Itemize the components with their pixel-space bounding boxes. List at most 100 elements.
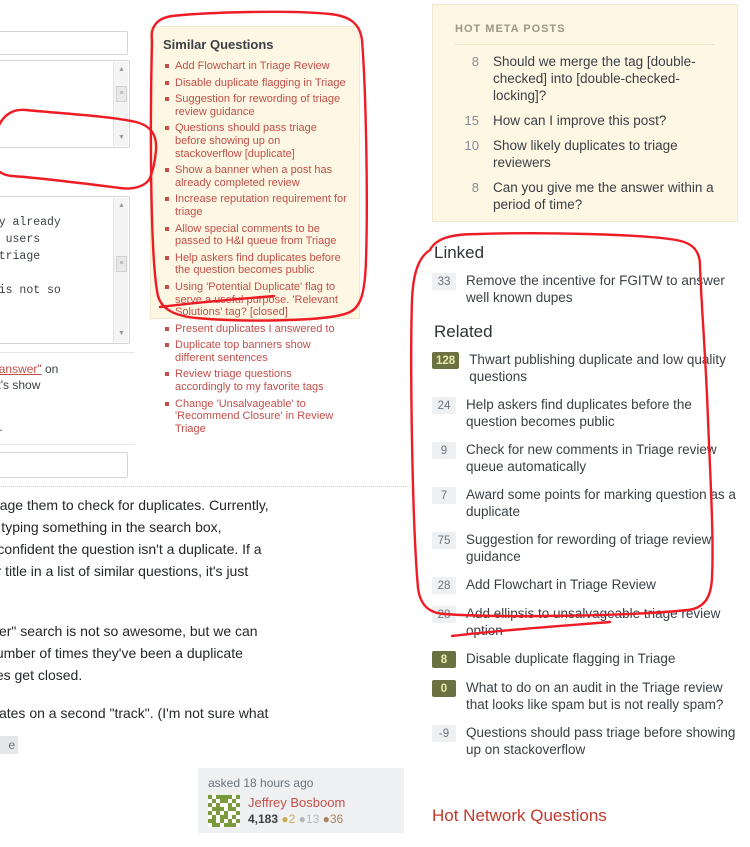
- post-title[interactable]: Show likely duplicates to triage reviewe…: [479, 137, 721, 171]
- list-item[interactable]: Change 'Unsalvageable' to 'Recommend Clo…: [165, 398, 349, 436]
- list-item[interactable]: 128 Thwart publishing duplicate and low …: [432, 352, 742, 385]
- bronze-badge-count: 36: [329, 812, 344, 826]
- preview-link[interactable]: already have your answer": [0, 362, 42, 376]
- question-link[interactable]: Thwart publishing duplicate and low qual…: [459, 352, 742, 385]
- scrollbar-thumb[interactable]: ≡: [116, 86, 127, 102]
- score-badge: 24: [432, 397, 456, 414]
- paragraph: viewers to encourage them to check for d…: [0, 494, 410, 604]
- preview-line: is not so awesome.: [0, 420, 3, 434]
- question-link[interactable]: Disable duplicate flagging in Triage: [456, 651, 675, 668]
- question-link[interactable]: Remove the incentive for FGITW to answer…: [456, 273, 742, 306]
- scrollbar-thumb[interactable]: ≡: [116, 256, 127, 272]
- hot-meta-posts-card: HOT META POSTS 8 Should we merge the tag…: [432, 4, 738, 222]
- list-item[interactable]: 15 How can I improve this post?: [445, 112, 721, 129]
- scroll-up-icon[interactable]: ▲: [114, 63, 129, 77]
- list-item[interactable]: 7 Award some points for marking question…: [432, 487, 742, 520]
- body-scrollbar[interactable]: ▲ ≡ ▼: [113, 198, 128, 342]
- similar-questions-heading: Similar Questions: [163, 37, 274, 52]
- list-item[interactable]: Help askers find duplicates before the q…: [165, 252, 349, 277]
- line: uestions by the number of times they've …: [0, 645, 243, 661]
- list-item[interactable]: 10 Show likely duplicates to triage revi…: [445, 137, 721, 171]
- preview-line: already have your answer" on: [0, 362, 58, 376]
- line: with a very similar title in a list of s…: [0, 563, 249, 579]
- paragraph: ons putting duplicates on a second "trac…: [0, 702, 410, 724]
- score-badge: 28: [432, 577, 456, 594]
- hot-meta-posts-list: 8 Should we merge the tag [double-checke…: [433, 53, 737, 213]
- list-item[interactable]: 8 Can you give me the answer within a pe…: [445, 179, 721, 213]
- score-badge: 128: [432, 352, 460, 369]
- list-item[interactable]: -9 Questions should pass triage before s…: [432, 725, 742, 758]
- list-item[interactable]: Suggestion for rewording of triage revie…: [165, 93, 349, 118]
- reputation-score: 4,183: [248, 812, 279, 826]
- list-item[interactable]: 0 What to do on an audit in the Triage r…: [432, 680, 742, 713]
- list-item[interactable]: Show a banner when a post has already co…: [165, 164, 349, 189]
- post-title[interactable]: Can you give me the answer within a peri…: [479, 179, 721, 213]
- hot-network-first-item[interactable]: [432, 836, 742, 845]
- list-item[interactable]: Increase reputation requirement for tria…: [165, 193, 349, 218]
- question-link[interactable]: What to do on an audit in the Triage rev…: [456, 680, 742, 713]
- question-link[interactable]: Add Flowchart in Triage Review: [456, 577, 656, 594]
- post-body-text: viewers to encourage them to check for d…: [0, 494, 410, 740]
- list-item[interactable]: Add Flowchart in Triage Review: [165, 60, 349, 73]
- list-item[interactable]: Review triage questions accordingly to m…: [165, 368, 349, 393]
- score-badge: 9: [432, 442, 456, 459]
- list-item[interactable]: Present duplicates I answered to: [165, 323, 349, 336]
- gold-badge-count: 2: [288, 812, 296, 826]
- list-item[interactable]: Using 'Potential Duplicate' flag to serv…: [165, 281, 349, 319]
- user-reputation-row: 4,183 ●2 ●13 ●36: [248, 812, 345, 826]
- vote-count: 15: [464, 113, 479, 128]
- list-item[interactable]: 9 Check for new comments in Triage revie…: [432, 442, 742, 475]
- silver-badge-icon: ●: [298, 812, 306, 826]
- hot-network-questions-section: Hot Network Questions: [432, 806, 742, 845]
- list-item[interactable]: 24 Help askers find duplicates before th…: [432, 397, 742, 430]
- list-item[interactable]: 8 Should we merge the tag [double-checke…: [445, 53, 721, 104]
- score-badge: 7: [432, 487, 456, 504]
- list-item[interactable]: Duplicate top banners show different sen…: [165, 339, 349, 364]
- score-badge: 28: [432, 606, 456, 623]
- vote-count: 8: [471, 54, 479, 69]
- title-input[interactable]: [0, 31, 128, 55]
- line: the most duplicates get closed.: [0, 667, 83, 683]
- section-divider: [0, 486, 410, 487]
- scroll-down-icon[interactable]: ▼: [114, 327, 129, 341]
- share-button[interactable]: e: [0, 736, 18, 754]
- list-item[interactable]: Allow special comments to be passed to H…: [165, 223, 349, 248]
- vote-count: 8: [471, 180, 479, 195]
- suggestions-scrollbar[interactable]: ▲ ≡ ▼: [113, 62, 128, 146]
- list-item[interactable]: Questions should pass triage before show…: [165, 122, 349, 160]
- list-item[interactable]: 75 Suggestion for rewording of triage re…: [432, 532, 742, 565]
- line: ng a new tab and typing something in the…: [0, 519, 222, 535]
- preview-line: cate questions. Let's show: [0, 378, 41, 392]
- question-link[interactable]: Suggestion for rewording of triage revie…: [456, 532, 742, 565]
- list-item[interactable]: 28 Add ellipsis to unsalvageable triage …: [432, 606, 742, 639]
- asked-user-card: asked 18 hours ago Jeffrey Bosboom 4,183…: [198, 768, 404, 833]
- user-name[interactable]: Jeffrey Bosboom: [248, 795, 345, 810]
- silver-badge-count: 13: [305, 812, 320, 826]
- question-link[interactable]: Check for new comments in Triage review …: [456, 442, 742, 475]
- similar-questions-list: Add Flowchart in Triage Review Disable d…: [151, 60, 359, 449]
- list-item[interactable]: Disable duplicate flagging in Triage: [165, 77, 349, 90]
- tags-input[interactable]: [0, 452, 128, 478]
- line: to be reasonably confident the question …: [0, 541, 262, 557]
- similar-questions-card: Similar Questions Add Flowchart in Triag…: [150, 26, 360, 435]
- avatar[interactable]: [208, 795, 240, 827]
- post-body-textarea[interactable]: tions that may already ed to prevent use…: [0, 196, 130, 344]
- list-item[interactable]: 33 Remove the incentive for FGITW to ans…: [432, 273, 742, 306]
- page-root: ack to Triage? 1 ge from H&I? 1 ate] 1 ▲…: [0, 0, 750, 847]
- question-link[interactable]: Questions should pass triage before show…: [456, 725, 742, 758]
- preview-divider: [0, 352, 135, 353]
- post-title[interactable]: Should we merge the tag [double-checked]…: [479, 53, 721, 104]
- post-title[interactable]: How can I improve this post?: [479, 112, 666, 129]
- gold-badge-icon: ●: [281, 812, 289, 826]
- scroll-down-icon[interactable]: ▼: [114, 131, 129, 145]
- question-link[interactable]: Award some points for marking question a…: [456, 487, 742, 520]
- list-item[interactable]: 8 Disable duplicate flagging in Triage: [432, 651, 742, 668]
- line: y have your answer" search is not so awe…: [0, 623, 258, 639]
- suggestion-lines: ack to Triage? 1 ge from H&I? 1 ate] 1: [0, 61, 129, 147]
- hot-network-questions-heading: Hot Network Questions: [432, 806, 607, 825]
- question-link[interactable]: Add ellipsis to unsalvageable triage rev…: [456, 606, 742, 639]
- scroll-up-icon[interactable]: ▲: [114, 199, 129, 213]
- question-link[interactable]: Help askers find duplicates before the q…: [456, 397, 742, 430]
- list-item[interactable]: 28 Add Flowchart in Triage Review: [432, 577, 742, 594]
- linked-heading: Linked: [434, 243, 485, 262]
